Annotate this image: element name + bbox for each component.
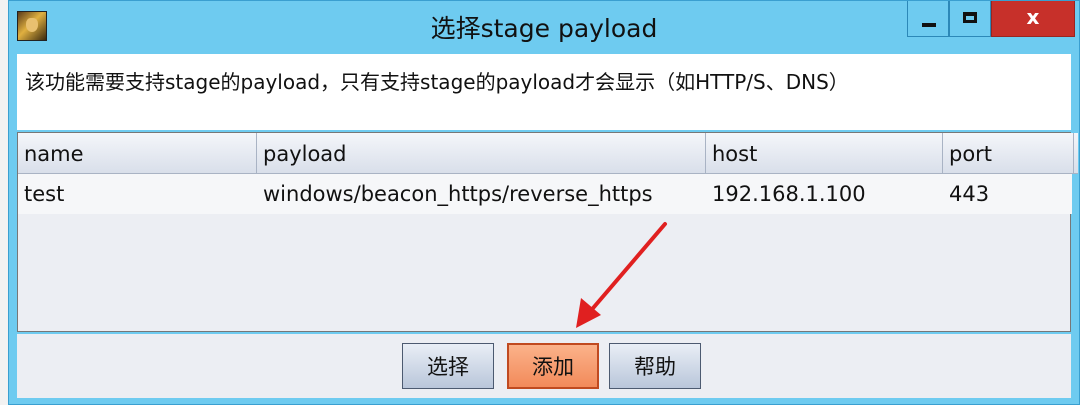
cell-host: 192.168.1.100 [712,182,866,206]
payload-table: name payload host port test windows/beac… [17,132,1078,332]
minimize-button[interactable] [907,1,949,37]
column-header-name[interactable]: name [18,133,257,173]
cell-name: test [24,182,65,206]
description-text: 该功能需要支持stage的payload，只有支持stage的payload才会… [25,70,849,94]
minimize-icon [922,23,936,27]
maximize-button[interactable] [949,1,991,37]
cell-port: 443 [949,182,990,206]
select-button[interactable]: 选择 [402,343,494,389]
button-bar: 选择 添加 帮助 [17,334,1071,398]
table-header: name payload host port [18,133,1078,174]
dialog-window: 选择stage payload x 该功能需要支持stage的payload，只… [8,0,1080,405]
close-icon: x [1026,5,1040,29]
description-panel: 该功能需要支持stage的payload，只有支持stage的payload才会… [17,54,1071,130]
table-row[interactable]: test windows/beacon_https/reverse_https … [18,174,1072,214]
cell-payload: windows/beacon_https/reverse_https [263,182,653,206]
column-header-host[interactable]: host [706,133,943,173]
help-button[interactable]: 帮助 [609,343,701,389]
maximize-icon [963,12,977,23]
add-button[interactable]: 添加 [507,343,599,389]
column-header-payload[interactable]: payload [257,133,706,173]
close-button[interactable]: x [991,1,1075,37]
column-header-port[interactable]: port [943,133,1074,173]
title-bar[interactable]: 选择stage payload x [9,1,1079,51]
